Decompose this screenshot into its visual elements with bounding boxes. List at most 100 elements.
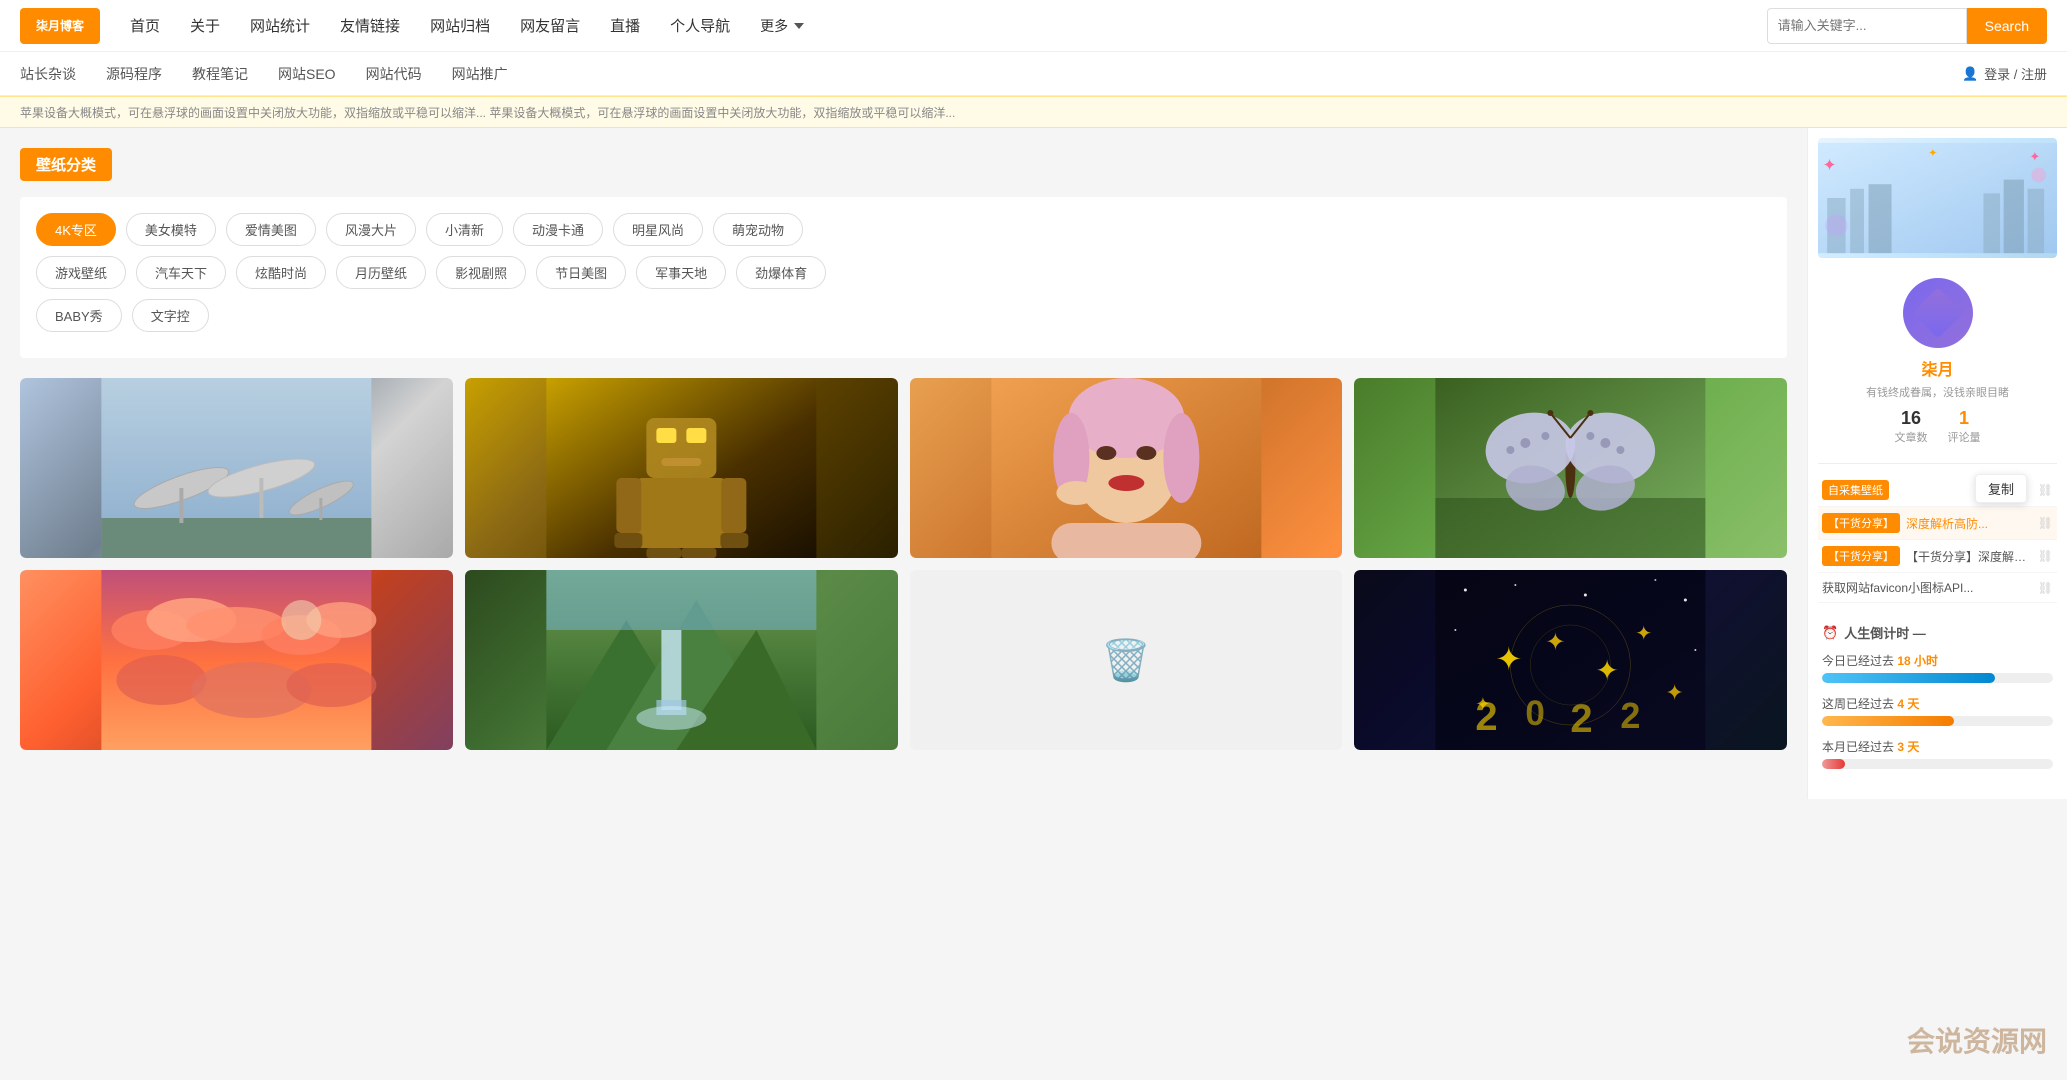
image-card-woman[interactable]: [910, 378, 1343, 558]
tag-military[interactable]: 军事天地: [636, 256, 726, 289]
image-card-waterfall[interactable]: [465, 570, 898, 750]
countdown-title: 人生倒计时 —: [1844, 623, 1926, 642]
category-tags: 4K专区 美女模特 爱情美图 风漫大片 小清新 动漫卡通 明星风尚 萌宠动物 游…: [20, 197, 1787, 358]
avatar-diamond-icon: [1912, 288, 1963, 339]
image-card-butterfly[interactable]: [1354, 378, 1787, 558]
image-satellite: [20, 378, 453, 558]
ticker-bar: 苹果设备大概模式，可在悬浮球的画面设置中关闭放大功能，双指缩放或平稳可以缩洋..…: [0, 96, 2067, 128]
tag-fresh[interactable]: 小清新: [426, 213, 503, 246]
image-sunset: [20, 570, 453, 750]
sidebar-link-4[interactable]: 获取网站favicon小图标API... ⛓: [1818, 573, 2057, 603]
today-bar: [1822, 673, 2053, 683]
tag-holiday[interactable]: 节日美图: [536, 256, 626, 289]
month-label: 本月已经过去 3 天: [1822, 738, 2053, 755]
link-arrow-3-icon: ⛓: [2038, 549, 2053, 563]
subnav-promotion[interactable]: 网站推广: [452, 64, 508, 84]
image-card-sunset[interactable]: [20, 570, 453, 750]
image-card-stars[interactable]: ✦ ✦ ✦ ✦ ✦ ✦ 2 0 2 2: [1354, 570, 1787, 750]
top-nav: 柒月博客 首页 关于 网站统计 友情链接 网站归档 网友留言 直播 个人导航 更…: [0, 0, 2067, 52]
subnav-source[interactable]: 源码程序: [106, 64, 162, 84]
image-empty: 🗑️: [910, 570, 1343, 750]
countdown-today: 今日已经过去 18 小时: [1822, 652, 2053, 683]
link-text-2: 深度解析高防...: [1906, 515, 2034, 532]
link-text-3: 【干货分享】深度解析高防服...: [1906, 548, 2034, 565]
sub-nav: 站长杂谈 源码程序 教程笔记 网站SEO 网站代码 网站推广 👤 登录 / 注册: [0, 52, 2067, 96]
svg-text:2: 2: [1621, 695, 1641, 736]
search-input[interactable]: [1767, 8, 1967, 44]
image-card-robot[interactable]: [465, 378, 898, 558]
sidebar-link-1[interactable]: 自采集壁纸 复制 ⛓: [1818, 474, 2057, 507]
tag-car[interactable]: 汽车天下: [136, 256, 226, 289]
image-robot: [465, 378, 898, 558]
link-tag-1: 自采集壁纸: [1822, 480, 1889, 500]
subnav-code[interactable]: 网站代码: [366, 64, 422, 84]
login-area[interactable]: 👤 登录 / 注册: [1962, 64, 2047, 83]
link-arrow-2-icon: ⛓: [2038, 516, 2053, 530]
tag-beauty[interactable]: 美女模特: [126, 213, 216, 246]
tag-anime-movie[interactable]: 风漫大片: [326, 213, 416, 246]
image-card-satellite[interactable]: [20, 378, 453, 558]
section-header: 壁纸分类: [20, 148, 1787, 181]
user-stats: 16 文章数 1 评论量: [1828, 408, 2047, 445]
search-area: Search: [1767, 8, 2047, 44]
image-waterfall: [465, 570, 898, 750]
link-arrow-4-icon: ⛓: [2038, 581, 2053, 595]
nav-guestbook[interactable]: 网友留言: [520, 15, 580, 36]
image-grid: 🗑️: [20, 378, 1787, 750]
tag-4k[interactable]: 4K专区: [36, 213, 116, 246]
article-label: 文章数: [1895, 429, 1928, 445]
image-stars: ✦ ✦ ✦ ✦ ✦ ✦ 2 0 2 2: [1354, 570, 1787, 750]
month-fill: [1822, 759, 1845, 769]
sidebar-link-3[interactable]: 【干货分享】 【干货分享】深度解析高防服... ⛓: [1818, 540, 2057, 573]
tag-star[interactable]: 明星风尚: [613, 213, 703, 246]
tag-row-2: 游戏壁纸 汽车天下 炫酷时尚 月历壁纸 影视剧照 节日美图 军事天地 劲爆体育: [36, 256, 1771, 289]
sidebar-user: 柒月 有钱终成眷属，没钱亲眼目睹 16 文章数 1 评论量: [1818, 268, 2057, 464]
tooltip-copy[interactable]: 复制: [1975, 474, 2027, 503]
tag-game[interactable]: 游戏壁纸: [36, 256, 126, 289]
nav-stats[interactable]: 网站统计: [250, 15, 310, 36]
svg-text:0: 0: [1526, 694, 1545, 733]
sidebar-banner: ✦ ✦ ✦: [1818, 138, 2057, 258]
user-motto: 有钱终成眷属，没钱亲眼目睹: [1828, 384, 2047, 400]
stat-comments: 1 评论量: [1948, 408, 1981, 445]
svg-text:✦: ✦: [1928, 148, 1937, 160]
image-card-empty: 🗑️: [910, 570, 1343, 750]
tag-cool[interactable]: 炫酷时尚: [236, 256, 326, 289]
main-layout: 壁纸分类 4K专区 美女模特 爱情美图 风漫大片 小清新 动漫卡通 明星风尚 萌…: [0, 128, 2067, 799]
nav-archive[interactable]: 网站归档: [430, 15, 490, 36]
tag-movie[interactable]: 影视剧照: [436, 256, 526, 289]
link-text-4: 获取网站favicon小图标API...: [1822, 579, 2034, 596]
comment-label: 评论量: [1948, 429, 1981, 445]
image-butterfly: [1354, 378, 1787, 558]
tag-baby[interactable]: BABY秀: [36, 299, 122, 332]
site-logo[interactable]: 柒月博客: [20, 8, 100, 44]
countdown-month: 本月已经过去 3 天: [1822, 738, 2053, 769]
tag-calendar[interactable]: 月历壁纸: [336, 256, 426, 289]
nav-personal[interactable]: 个人导航: [670, 15, 730, 36]
user-icon: 👤: [1962, 66, 1978, 82]
countdown-section: ⏰ 人生倒计时 — 今日已经过去 18 小时 这周已经过去 4 天: [1818, 615, 2057, 789]
nav-live[interactable]: 直播: [610, 15, 640, 36]
nav-about[interactable]: 关于: [190, 15, 220, 36]
search-button[interactable]: Search: [1967, 8, 2047, 44]
tag-love[interactable]: 爱情美图: [226, 213, 316, 246]
svg-text:2: 2: [1571, 697, 1593, 741]
sidebar-link-2[interactable]: 【干货分享】 深度解析高防... ⛓: [1818, 507, 2057, 540]
week-label: 这周已经过去 4 天: [1822, 695, 2053, 712]
svg-text:✦: ✦: [1496, 641, 1523, 677]
subnav-seo[interactable]: 网站SEO: [278, 64, 336, 84]
nav-links[interactable]: 友情链接: [340, 15, 400, 36]
svg-text:✦: ✦: [1546, 629, 1566, 656]
tag-cartoon[interactable]: 动漫卡通: [513, 213, 603, 246]
avatar: [1903, 278, 1973, 348]
tag-sports[interactable]: 劲爆体育: [736, 256, 826, 289]
subnav-webmaster[interactable]: 站长杂谈: [20, 64, 76, 84]
tag-pet[interactable]: 萌宠动物: [713, 213, 803, 246]
link-arrow-icon: ⛓: [2038, 483, 2053, 497]
tag-text[interactable]: 文字控: [132, 299, 209, 332]
tag-row-3: BABY秀 文字控: [36, 299, 1771, 332]
subnav-tutorial[interactable]: 教程笔记: [192, 64, 248, 84]
nav-home[interactable]: 首页: [130, 15, 160, 36]
nav-more[interactable]: 更多: [760, 16, 804, 36]
today-fill: [1822, 673, 1995, 683]
